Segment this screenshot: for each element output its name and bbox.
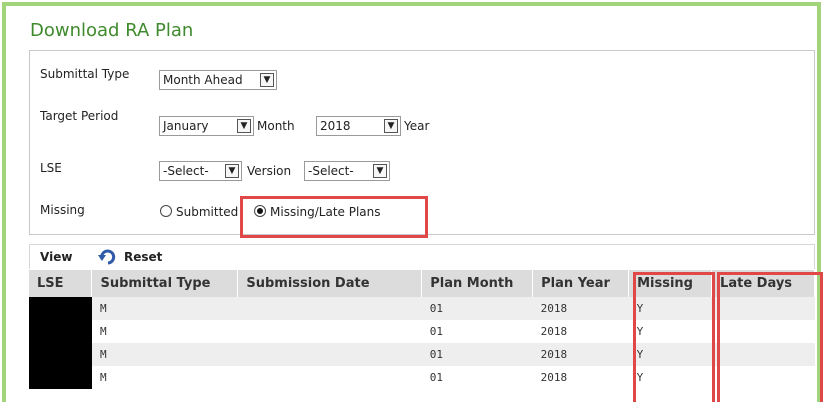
plan-month-cell: 01 <box>421 297 533 320</box>
submission-date-cell <box>237 297 422 320</box>
submittal-type-cell: M <box>91 320 238 343</box>
chevron-down-icon: ▼ <box>225 164 239 178</box>
lse-value: -Select- <box>163 164 209 178</box>
plan-month-cell: 01 <box>421 366 533 389</box>
plan-year-cell: 2018 <box>532 320 629 343</box>
column-header-submittal-type[interactable]: Submittal Type <box>91 270 239 297</box>
plan-year-cell: 2018 <box>532 343 629 366</box>
chevron-down-icon: ▼ <box>260 73 274 87</box>
chevron-down-icon: ▼ <box>384 119 398 133</box>
radio-submitted[interactable] <box>160 205 172 217</box>
submission-date-cell <box>237 343 422 366</box>
version-value: -Select- <box>308 164 354 178</box>
submittal-type-cell: M <box>91 366 238 389</box>
column-header-plan-month[interactable]: Plan Month <box>421 270 534 297</box>
missing-label: Missing <box>40 203 85 217</box>
submittal-type-value: Month Ahead <box>163 73 243 87</box>
column-header-submission-date[interactable]: Submission Date <box>237 270 423 297</box>
grid-toolbar: View Reset <box>29 244 815 269</box>
chevron-down-icon: ▼ <box>373 164 387 178</box>
submittal-type-cell: M <box>91 297 238 320</box>
submittal-type-select[interactable]: Month Ahead ▼ <box>159 70 277 90</box>
view-button[interactable]: View <box>40 250 72 264</box>
chevron-down-icon: ▼ <box>237 119 251 133</box>
year-value: 2018 <box>320 119 351 133</box>
submittal-type-label: Submittal Type <box>40 67 130 81</box>
month-label: Month <box>257 119 295 133</box>
version-label: Version <box>247 164 292 178</box>
submission-date-cell <box>237 320 422 343</box>
year-label: Year <box>404 119 430 133</box>
lse-cell-redacted <box>29 366 92 389</box>
submission-date-cell <box>237 366 422 389</box>
highlight-box-missing-radio <box>240 196 428 238</box>
submittal-type-cell: M <box>91 343 238 366</box>
column-header-plan-year[interactable]: Plan Year <box>532 270 630 297</box>
reset-button[interactable]: Reset <box>124 250 162 264</box>
column-header-lse[interactable]: LSE <box>29 270 93 297</box>
lse-label: LSE <box>40 161 62 175</box>
month-select[interactable]: January ▼ <box>159 116 254 136</box>
lse-cell-redacted <box>29 297 92 320</box>
page-title: Download RA Plan <box>30 20 194 41</box>
month-value: January <box>163 119 209 133</box>
plan-month-cell: 01 <box>421 343 533 366</box>
plan-month-cell: 01 <box>421 320 533 343</box>
lse-cell-redacted <box>29 320 92 343</box>
highlight-box-late-days-column <box>717 272 823 402</box>
lse-select[interactable]: -Select- ▼ <box>159 161 242 181</box>
target-period-label: Target Period <box>40 109 119 123</box>
plan-year-cell: 2018 <box>532 366 629 389</box>
radio-submitted-label[interactable]: Submitted <box>176 205 238 219</box>
reset-icon[interactable] <box>98 247 118 265</box>
plan-year-cell: 2018 <box>532 297 629 320</box>
year-select[interactable]: 2018 ▼ <box>316 116 401 136</box>
lse-cell-redacted <box>29 343 92 366</box>
version-select[interactable]: -Select- ▼ <box>304 161 390 181</box>
highlight-box-missing-column <box>633 272 715 402</box>
